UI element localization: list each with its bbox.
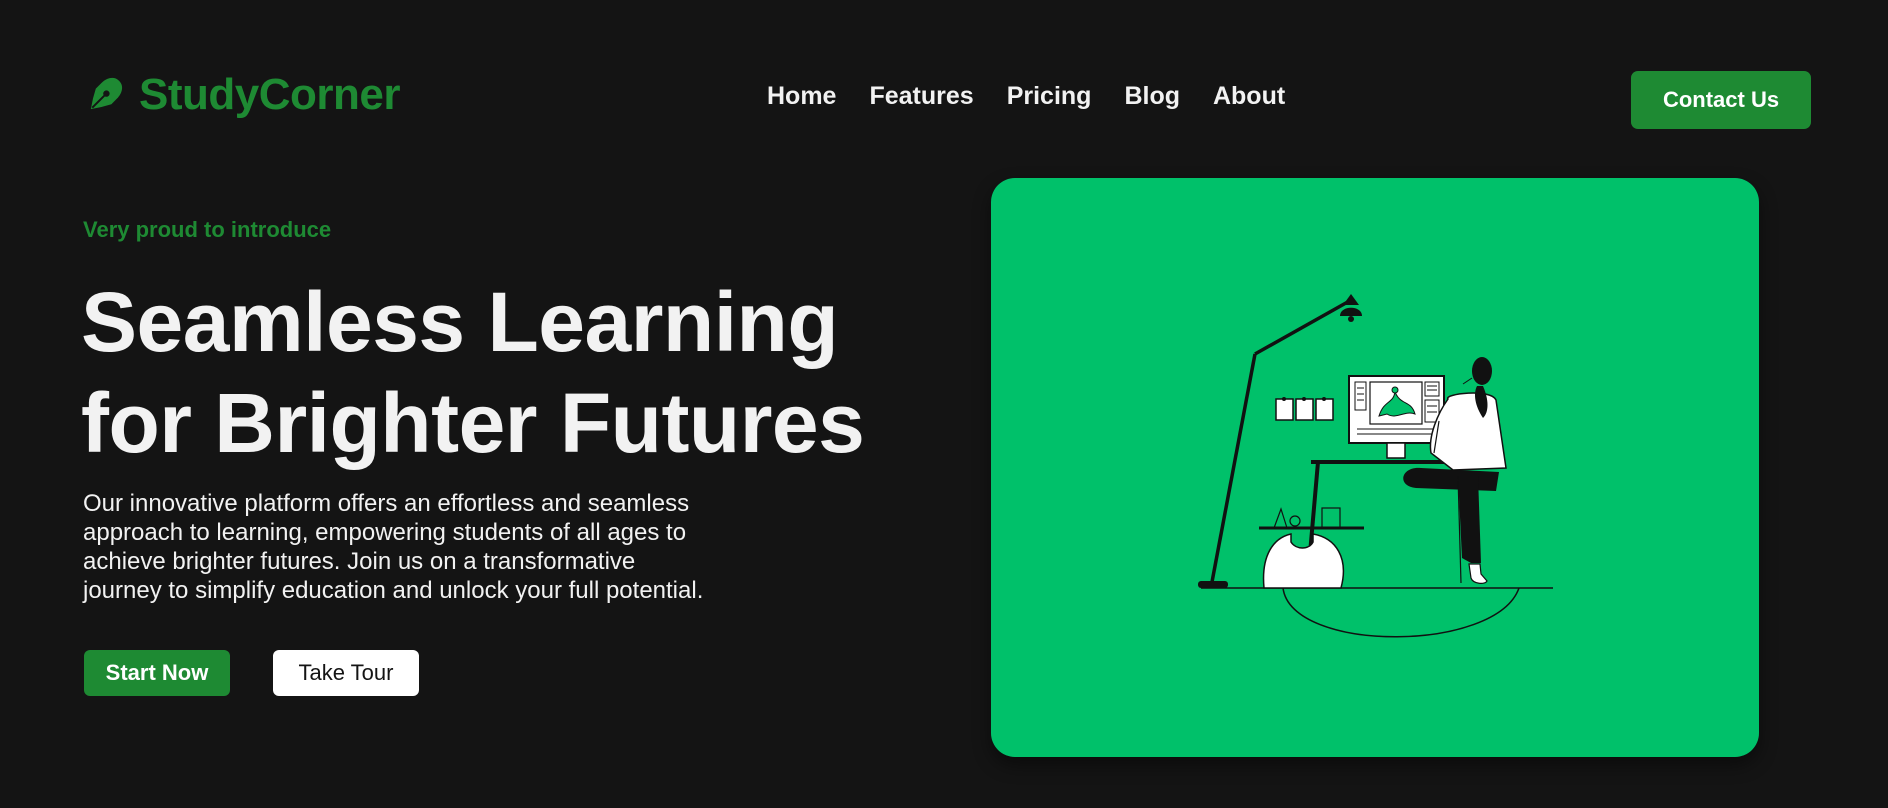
- take-tour-button[interactable]: Take Tour: [273, 650, 419, 696]
- headline-line: Seamless Learning: [81, 275, 839, 369]
- nav-pricing[interactable]: Pricing: [1007, 82, 1092, 111]
- person-at-standing-desk-illustration: [1198, 294, 1553, 638]
- nav-blog[interactable]: Blog: [1124, 82, 1180, 111]
- hero-eyebrow: Very proud to introduce: [83, 217, 332, 242]
- nav-features[interactable]: Features: [869, 82, 973, 111]
- contact-us-button[interactable]: Contact Us: [1631, 71, 1811, 129]
- hero-description: Our innovative platform offers an effort…: [83, 489, 783, 605]
- main-nav: Home Features Pricing Blog About: [767, 82, 1285, 111]
- brand-name: StudyCorner: [139, 70, 400, 119]
- description-line: achieve brighter futures. Join us on a t…: [83, 548, 636, 575]
- pen-nib-icon: [83, 73, 127, 117]
- brand-logo[interactable]: StudyCorner: [83, 70, 400, 120]
- description-line: Our innovative platform offers an effort…: [83, 490, 690, 517]
- hero-illustration-card: [991, 178, 1759, 757]
- start-now-button[interactable]: Start Now: [84, 650, 230, 696]
- nav-about[interactable]: About: [1213, 82, 1285, 111]
- description-line: approach to learning, empowering student…: [83, 519, 687, 546]
- nav-home[interactable]: Home: [767, 82, 836, 111]
- headline-line: for Brighter Futures: [81, 376, 865, 470]
- hero-headline: Seamless Learning for Brighter Futures: [81, 272, 901, 474]
- description-line: journey to simplify education and unlock…: [83, 577, 704, 604]
- site-header: StudyCorner Home Features Pricing Blog A…: [0, 0, 1888, 200]
